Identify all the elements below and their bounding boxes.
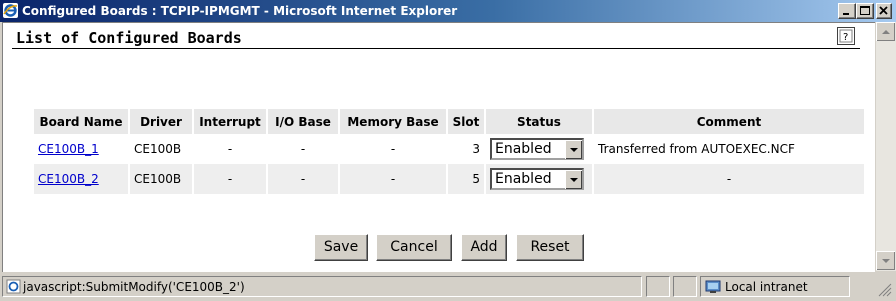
cancel-button[interactable]: Cancel bbox=[376, 234, 452, 261]
arrow-up-icon bbox=[882, 30, 890, 34]
maximize-icon bbox=[860, 6, 870, 15]
title-divider bbox=[12, 48, 860, 49]
driver-cell: CE100B bbox=[130, 164, 192, 194]
ie-icon bbox=[3, 3, 18, 18]
status-select[interactable]: Enabled bbox=[490, 138, 584, 160]
column-header: Slot bbox=[448, 109, 484, 134]
status-text-panel: javascript:SubmitModify('CE100B_2') bbox=[2, 276, 642, 297]
minimize-icon bbox=[843, 13, 849, 15]
interrupt-cell: - bbox=[194, 134, 266, 164]
save-button[interactable]: Save bbox=[314, 234, 368, 261]
slot-cell: 3 bbox=[448, 134, 484, 164]
status-panel-empty bbox=[646, 276, 670, 297]
comment-cell: Transferred from AUTOEXEC.NCF bbox=[594, 134, 864, 164]
resize-grip-icon[interactable] bbox=[878, 283, 892, 297]
status-text: javascript:SubmitModify('CE100B_2') bbox=[23, 280, 245, 294]
status-bar: javascript:SubmitModify('CE100B_2') Loca… bbox=[0, 273, 896, 301]
column-header: Interrupt bbox=[194, 109, 266, 134]
comment-cell: - bbox=[594, 164, 864, 194]
table-header-row: Board Name Driver Interrupt I/O Base Mem… bbox=[34, 109, 864, 134]
boards-table: Board Name Driver Interrupt I/O Base Mem… bbox=[32, 109, 866, 194]
status-select[interactable]: Enabled bbox=[490, 168, 584, 190]
close-icon bbox=[879, 6, 888, 15]
svg-text:?: ? bbox=[843, 32, 848, 43]
column-header: Status bbox=[486, 109, 592, 134]
status-select-value: Enabled bbox=[495, 171, 552, 187]
intranet-icon bbox=[705, 280, 721, 293]
zone-panel: Local intranet bbox=[700, 276, 850, 297]
minimize-button[interactable] bbox=[838, 3, 856, 19]
column-header: I/O Base bbox=[268, 109, 338, 134]
slot-cell: 5 bbox=[448, 164, 484, 194]
column-header: Comment bbox=[594, 109, 864, 134]
scroll-up-button[interactable] bbox=[876, 22, 895, 41]
help-button[interactable]: ? bbox=[837, 27, 855, 45]
status-select-value: Enabled bbox=[495, 141, 552, 157]
status-panel-empty bbox=[673, 276, 697, 297]
board-name-link[interactable]: CE100B_1 bbox=[38, 142, 99, 156]
board-name-link[interactable]: CE100B_2 bbox=[38, 172, 99, 186]
memory-base-cell: - bbox=[340, 164, 446, 194]
scroll-down-button[interactable] bbox=[876, 251, 895, 270]
chevron-down-icon[interactable] bbox=[565, 140, 582, 159]
memory-base-cell: - bbox=[340, 134, 446, 164]
vertical-scrollbar[interactable] bbox=[876, 22, 896, 271]
help-icon: ? bbox=[839, 29, 853, 43]
column-header: Board Name bbox=[34, 109, 128, 134]
add-button[interactable]: Add bbox=[461, 234, 507, 261]
window-title: Configured Boards : TCPIP-IPMGMT - Micro… bbox=[22, 4, 458, 18]
zone-text: Local intranet bbox=[725, 280, 808, 294]
browser-window: Configured Boards : TCPIP-IPMGMT - Micro… bbox=[0, 0, 896, 301]
io-base-cell: - bbox=[268, 134, 338, 164]
title-bar[interactable]: Configured Boards : TCPIP-IPMGMT - Micro… bbox=[0, 0, 896, 22]
arrow-down-icon bbox=[882, 259, 890, 263]
column-header: Memory Base bbox=[340, 109, 446, 134]
interrupt-cell: - bbox=[194, 164, 266, 194]
io-base-cell: - bbox=[268, 164, 338, 194]
page-title: List of Configured Boards bbox=[16, 29, 242, 47]
maximize-button[interactable] bbox=[856, 3, 874, 19]
driver-cell: CE100B bbox=[130, 134, 192, 164]
table-row: CE100B_1 CE100B - - - 3 Enabled Transfer… bbox=[34, 134, 864, 164]
column-header: Driver bbox=[130, 109, 192, 134]
reset-button[interactable]: Reset bbox=[516, 234, 584, 261]
close-button[interactable] bbox=[876, 3, 892, 19]
page-icon bbox=[6, 279, 21, 294]
chevron-down-icon[interactable] bbox=[565, 170, 582, 189]
table-row: CE100B_2 CE100B - - - 5 Enabled - bbox=[34, 164, 864, 194]
